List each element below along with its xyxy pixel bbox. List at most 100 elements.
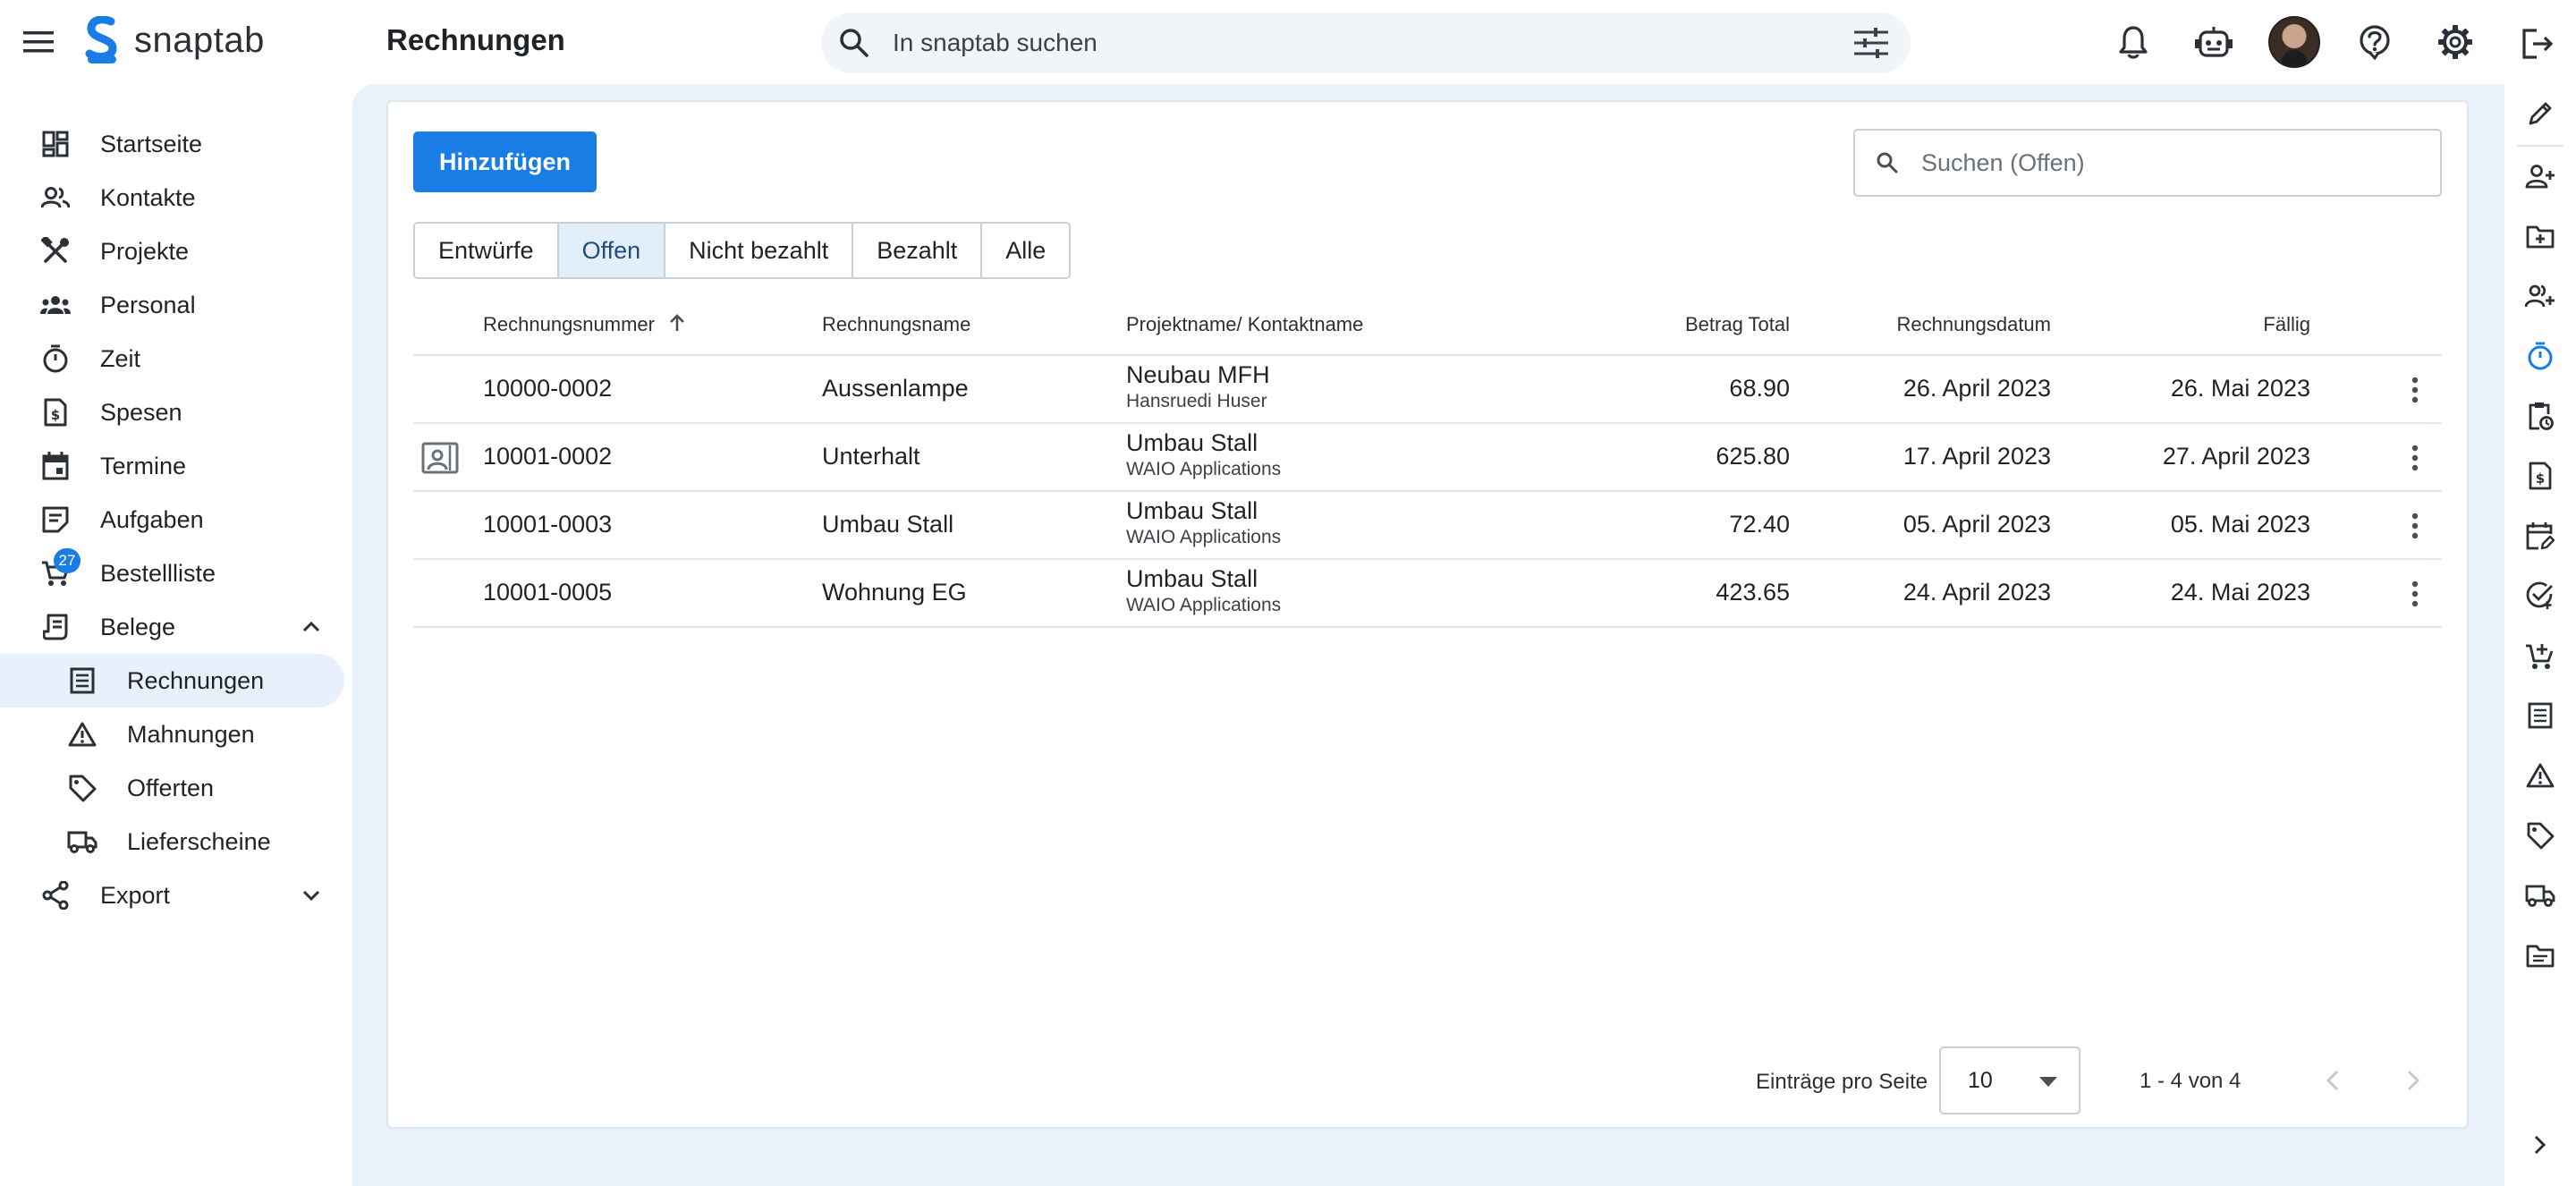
global-search[interactable]: In snaptab suchen — [821, 13, 1911, 73]
sidebar-item-personal[interactable]: Personal — [0, 278, 344, 332]
items-per-page-value: 10 — [1968, 1068, 1993, 1093]
table-row[interactable]: 10001-0003 Umbau Stall Umbau Stall WAIO … — [413, 492, 2442, 560]
filter-entwuerfe[interactable]: Entwürfe — [415, 224, 559, 277]
invoice-icon[interactable] — [2522, 698, 2558, 733]
contact-card-icon — [420, 440, 460, 476]
items-per-page-label: Einträge pro Seite — [1756, 1070, 1928, 1094]
sidebar-item-rechnungen[interactable]: Rechnungen — [0, 654, 344, 707]
gear-icon[interactable] — [2429, 16, 2481, 68]
invoice-name: Unterhalt — [822, 443, 920, 470]
sidebar-item-export[interactable]: Export — [0, 868, 344, 922]
sidebar-item-label: Startseite — [100, 130, 203, 157]
contacts-icon — [38, 180, 73, 216]
filter-offen[interactable]: Offen — [558, 224, 666, 277]
sidebar-item-offerten[interactable]: Offerten — [0, 761, 344, 815]
bell-icon[interactable] — [2107, 16, 2159, 68]
sidebar: Startseite Kontakte Projekte Personal Ze… — [0, 84, 352, 1186]
table-row[interactable]: 10000-0002 Aussenlampe Neubau MFH Hansru… — [413, 356, 2442, 424]
global-search-input[interactable]: In snaptab suchen — [893, 29, 1852, 57]
invoice-due: 27. April 2023 — [2162, 443, 2310, 470]
sidebar-item-mahnungen[interactable]: Mahnungen — [0, 707, 344, 761]
project-contact: Umbau Stall WAIO Applications — [1126, 565, 1281, 616]
sidebar-item-label: Mahnungen — [127, 720, 255, 748]
robot-icon[interactable] — [2188, 16, 2240, 68]
clipboard-clock-icon[interactable] — [2522, 398, 2558, 434]
sidebar-item-bestellliste[interactable]: 27 Bestellliste — [0, 546, 344, 600]
project-name: Umbau Stall — [1126, 565, 1258, 592]
invoice-due: 24. Mai 2023 — [2170, 579, 2310, 606]
add-contact-icon[interactable] — [2522, 158, 2558, 194]
more-options-icon[interactable] — [2397, 508, 2433, 544]
sidebar-item-belege[interactable]: Belege — [0, 600, 344, 654]
sidebar-item-spesen[interactable]: $ Spesen — [0, 385, 344, 439]
sidebar-item-label: Kontakte — [100, 183, 196, 211]
sidebar-item-kontakte[interactable]: Kontakte — [0, 171, 344, 224]
receipt-icon[interactable]: $ — [2522, 458, 2558, 494]
sidebar-item-label: Aufgaben — [100, 505, 204, 533]
more-options-icon[interactable] — [2397, 372, 2433, 408]
edit-icon[interactable] — [2522, 96, 2558, 131]
task-check-icon[interactable] — [2522, 578, 2558, 614]
sort-ascending-icon[interactable] — [669, 313, 685, 338]
filter-settings-icon[interactable] — [1852, 23, 1891, 63]
snaptab-logo-icon — [82, 16, 122, 64]
list-search-input[interactable] — [1921, 148, 2422, 177]
menu-icon[interactable] — [21, 24, 57, 60]
add-invoice-button[interactable]: Hinzufügen — [413, 131, 597, 192]
chevron-up-icon[interactable] — [295, 611, 327, 643]
filter-nicht-bezahlt[interactable]: Nicht bezahlt — [665, 224, 854, 277]
more-options-icon[interactable] — [2397, 440, 2433, 476]
warning-icon — [64, 716, 100, 752]
rail-divider — [2517, 145, 2563, 147]
sidebar-item-startseite[interactable]: Startseite — [0, 117, 344, 171]
column-header-label: Rechnungsnummer — [483, 313, 655, 335]
sidebar-item-aufgaben[interactable]: Aufgaben — [0, 493, 344, 546]
tag-icon[interactable] — [2522, 817, 2558, 853]
invoice-due: 26. Mai 2023 — [2170, 375, 2310, 402]
folder-icon[interactable] — [2522, 937, 2558, 973]
sidebar-item-lieferscheine[interactable]: Lieferscheine — [0, 815, 344, 868]
tasks-icon — [38, 502, 73, 538]
column-header-rechnungsnummer[interactable]: Rechnungsnummer — [483, 313, 685, 338]
avatar[interactable] — [2268, 16, 2320, 68]
warning-icon[interactable] — [2522, 758, 2558, 793]
list-search[interactable] — [1853, 129, 2442, 197]
table-row[interactable]: 10001-0002 Unterhalt Umbau Stall WAIO Ap… — [413, 424, 2442, 492]
sidebar-item-projekte[interactable]: Projekte — [0, 224, 344, 278]
timer-icon[interactable] — [2522, 338, 2558, 374]
column-header-faellig[interactable]: Fällig — [2097, 313, 2310, 336]
contact-name: WAIO Applications — [1126, 459, 1282, 479]
next-page-icon[interactable] — [2395, 1063, 2431, 1098]
add-person-icon[interactable] — [2522, 278, 2558, 314]
more-options-icon[interactable] — [2397, 576, 2433, 612]
previous-page-icon[interactable] — [2315, 1063, 2351, 1098]
help-icon[interactable] — [2349, 16, 2401, 68]
sidebar-item-termine[interactable]: Termine — [0, 439, 344, 493]
invoice-due: 05. Mai 2023 — [2170, 511, 2310, 538]
truck-icon — [64, 824, 100, 860]
logout-icon[interactable] — [2515, 21, 2560, 66]
filter-bezahlt[interactable]: Bezahlt — [853, 224, 983, 277]
column-header-rechnungsname[interactable]: Rechnungsname — [822, 313, 970, 336]
app-logo[interactable]: snaptab — [82, 16, 265, 64]
truck-icon[interactable] — [2522, 877, 2558, 913]
items-per-page-select[interactable]: 10 — [1939, 1046, 2080, 1114]
column-header-betrag-total[interactable]: Betrag Total — [1576, 313, 1790, 336]
column-header-rechnungsdatum[interactable]: Rechnungsdatum — [1837, 313, 2051, 336]
project-name: Umbau Stall — [1126, 429, 1258, 456]
cart-add-icon[interactable] — [2522, 638, 2558, 673]
invoice-number: 10001-0003 — [483, 511, 613, 538]
chevron-right-icon[interactable] — [2522, 1127, 2558, 1163]
column-header-projektname[interactable]: Projektname/ Kontaktname — [1126, 313, 1363, 336]
sidebar-item-zeit[interactable]: Zeit — [0, 332, 344, 385]
filter-alle[interactable]: Alle — [982, 224, 1070, 277]
chevron-down-icon[interactable] — [295, 879, 327, 911]
invoice-name: Wohnung EG — [822, 579, 967, 606]
invoice-date: 26. April 2023 — [1902, 375, 2051, 402]
calendar-edit-icon[interactable] — [2522, 518, 2558, 554]
add-folder-icon[interactable] — [2522, 218, 2558, 254]
invoice-total: 68.90 — [1729, 375, 1790, 402]
project-name: Neubau MFH — [1126, 361, 1270, 388]
sidebar-item-label: Personal — [100, 291, 196, 318]
table-row[interactable]: 10001-0005 Wohnung EG Umbau Stall WAIO A… — [413, 560, 2442, 628]
